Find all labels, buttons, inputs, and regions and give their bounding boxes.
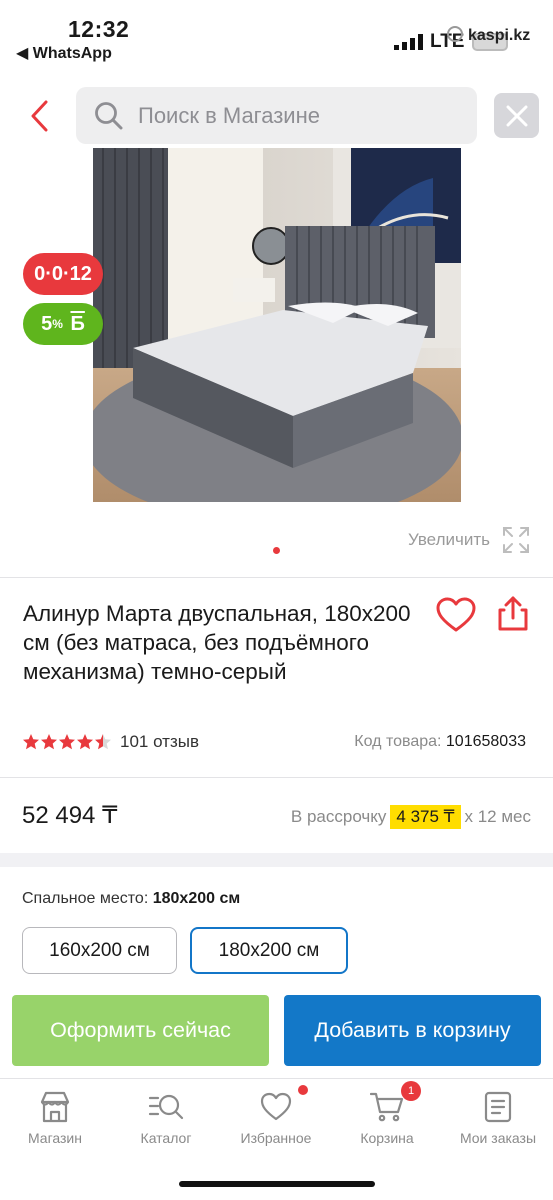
back-to-app-link[interactable]: ◀ WhatsApp bbox=[16, 43, 112, 63]
installment-prefix: В рассрочку bbox=[290, 807, 387, 826]
tab-cart[interactable]: 1 Корзина bbox=[337, 1081, 437, 1146]
tab-label: Магазин bbox=[27, 1130, 82, 1146]
star-icon bbox=[23, 734, 39, 750]
expand-icon bbox=[503, 527, 529, 553]
tab-my-orders[interactable]: Мои заказы bbox=[448, 1089, 548, 1146]
option-selected-value: 180x200 см bbox=[152, 890, 241, 907]
search-input[interactable] bbox=[138, 102, 458, 129]
add-to-cart-button[interactable]: Добавить в корзину bbox=[284, 995, 541, 1066]
product-title: Алинур Марта двуспальная, 180x200 см (бе… bbox=[23, 601, 411, 684]
product-image[interactable] bbox=[93, 148, 461, 502]
status-time: 12:32 bbox=[68, 16, 130, 42]
divider bbox=[0, 777, 553, 778]
back-button[interactable] bbox=[24, 96, 56, 136]
product-code-label: Код товара: bbox=[354, 733, 442, 750]
cart-badge: 1 bbox=[401, 1081, 421, 1101]
divider bbox=[0, 577, 553, 578]
tab-favorites[interactable]: Избранное bbox=[226, 1085, 326, 1146]
tab-store[interactable]: Магазин bbox=[5, 1089, 105, 1146]
bonus-unit: % bbox=[52, 317, 63, 331]
star-icon bbox=[77, 734, 93, 750]
gallery-page-indicator bbox=[273, 547, 280, 554]
star-icon bbox=[95, 734, 111, 750]
zoom-button[interactable]: Увеличить bbox=[408, 526, 530, 554]
tab-label: Мои заказы bbox=[459, 1130, 537, 1146]
star-icon bbox=[41, 734, 57, 750]
product-code-value: 101658033 bbox=[445, 733, 526, 750]
zoom-label: Увеличить bbox=[408, 530, 490, 549]
heart-icon bbox=[258, 1085, 308, 1125]
product-rating[interactable]: 101 отзыв bbox=[22, 732, 199, 752]
tab-label: Корзина bbox=[360, 1130, 414, 1146]
status-bar: 12:32 ◀ WhatsApp LTE kaspi.kz bbox=[0, 0, 553, 72]
site-url: kaspi.kz bbox=[468, 27, 531, 44]
checkout-now-button[interactable]: Оформить сейчас bbox=[12, 995, 269, 1066]
close-icon bbox=[506, 105, 527, 126]
home-indicator bbox=[179, 1181, 375, 1187]
tab-label: Каталог bbox=[140, 1130, 192, 1146]
option-label: Спальное место: 180x200 см bbox=[22, 890, 240, 908]
tab-label: Избранное bbox=[240, 1130, 312, 1146]
product-code: Код товара: 101658033 bbox=[354, 733, 526, 751]
catalog-search-icon bbox=[148, 1089, 184, 1125]
rating-stars bbox=[22, 733, 112, 751]
bonus-value: 5 bbox=[41, 312, 53, 335]
search-bar[interactable] bbox=[76, 87, 477, 144]
chevron-left-icon bbox=[31, 100, 48, 132]
product-price: 52 494 ₸ bbox=[22, 802, 118, 829]
option-label-text: Спальное место: bbox=[22, 890, 149, 907]
site-icon bbox=[447, 26, 463, 42]
orders-icon bbox=[480, 1089, 516, 1125]
installment-amount: 4 375 ₸ bbox=[390, 805, 461, 829]
size-option-160x200[interactable]: 160x200 см bbox=[22, 927, 177, 974]
share-icon[interactable] bbox=[496, 596, 530, 632]
cart-icon: 1 bbox=[369, 1081, 421, 1125]
installment-suffix: x 12 мес bbox=[464, 807, 532, 826]
store-icon bbox=[37, 1089, 73, 1125]
bonus-symbol: Б bbox=[70, 312, 85, 335]
installment-info[interactable]: В рассрочку 4 375 ₸ x 12 мес bbox=[291, 805, 531, 829]
section-separator bbox=[0, 853, 553, 867]
reviews-count: 101 отзыв bbox=[120, 732, 199, 751]
clear-search-button[interactable] bbox=[494, 93, 539, 138]
heart-icon[interactable] bbox=[436, 597, 476, 633]
size-option-180x200[interactable]: 180x200 см bbox=[190, 927, 348, 974]
search-icon bbox=[80, 87, 138, 144]
tab-catalog[interactable]: Каталог bbox=[116, 1089, 216, 1146]
signal-icon bbox=[394, 34, 423, 50]
bonus-badge: 5% Б bbox=[23, 303, 103, 345]
star-icon bbox=[59, 734, 75, 750]
favorites-notification-dot bbox=[298, 1085, 308, 1095]
credit-badge: 0·0·12 bbox=[23, 253, 103, 295]
